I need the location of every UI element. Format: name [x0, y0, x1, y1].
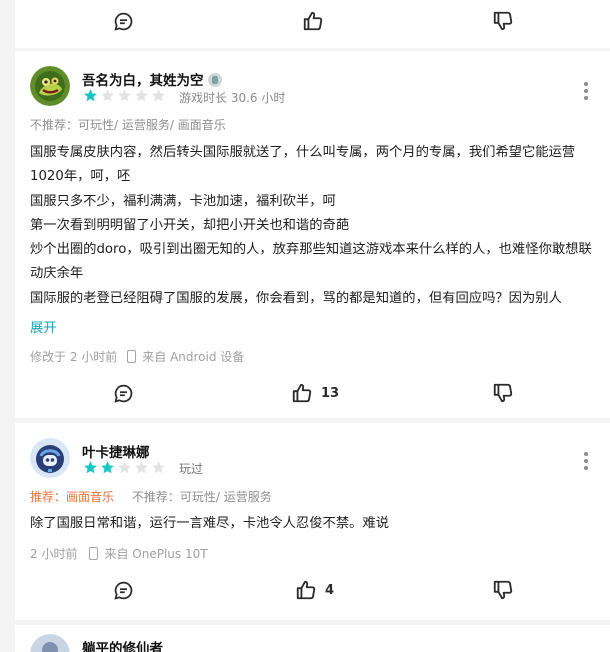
thumbs-down-icon [493, 580, 513, 600]
star-icon [84, 89, 97, 102]
review-card: 叶卡捷琳娜 玩过 推荐：画面音乐 不推荐：可玩性/ 运营服务 除了国服日常和谐，… [15, 423, 610, 620]
review-card: 吾名为白，其姓为空 游戏时长 30.6 小时 不推荐：可玩性/ 运营服务/ 画面… [15, 51, 610, 418]
review-card-previous [15, 0, 610, 48]
review-text: 除了国服日常和谐，运行一言难尽，卡池令人忍俊不禁。难说 [30, 516, 390, 531]
device-label: 来自 Android 设备 [142, 350, 245, 364]
dislike-button[interactable] [492, 1, 514, 41]
post-time: 2 小时前 [30, 547, 78, 561]
thumbs-down-icon [493, 11, 513, 31]
avatar[interactable] [30, 438, 70, 478]
comment-button[interactable] [113, 373, 134, 413]
star-icon [118, 89, 131, 102]
star-icon [101, 461, 114, 474]
review-footer: 2 小时前 来自 OnePlus 10T [30, 545, 208, 562]
thumbs-up-icon [292, 383, 312, 403]
like-button[interactable] [302, 1, 324, 41]
username[interactable]: 叶卡捷琳娜 [82, 441, 150, 461]
star-icon [152, 89, 165, 102]
not-recommend-tags: 不推荐：可玩性/ 运营服务 [131, 490, 272, 504]
like-count: 4 [325, 582, 335, 598]
comment-button[interactable] [113, 1, 134, 41]
comment-icon [114, 581, 133, 600]
star-icon [135, 461, 148, 474]
comment-button[interactable] [113, 570, 134, 610]
thumbs-up-icon [303, 11, 323, 31]
phone-icon [89, 547, 99, 560]
expand-link[interactable]: 展开 [30, 317, 57, 336]
review-actions: 13 [15, 373, 610, 413]
comment-icon [114, 12, 133, 31]
review-text: 国服专属皮肤内容，然后转头国际服就送了，什么叫专属，两个月的专属，我们希望它能运… [30, 145, 592, 306]
star-rating [83, 88, 166, 104]
star-icon [135, 89, 148, 102]
star-icon [84, 461, 97, 474]
star-rating [83, 460, 166, 476]
played-label: 玩过 [179, 462, 204, 476]
review-actions [15, 1, 610, 41]
avatar[interactable] [30, 66, 70, 106]
more-options-icon[interactable] [584, 82, 588, 100]
not-recommend-tags: 不推荐：可玩性/ 运营服务/ 画面音乐 [30, 118, 226, 132]
review-actions: 4 [15, 570, 610, 610]
star-icon [118, 461, 131, 474]
review-footer: 修改于 2 小时前 来自 Android 设备 [30, 348, 244, 365]
device-label: 来自 OnePlus 10T [104, 547, 208, 561]
tags: 推荐：画面音乐 不推荐：可玩性/ 运营服务 [30, 488, 272, 505]
star-icon [152, 461, 165, 474]
review-card: 躺平的修仙者 [15, 625, 610, 652]
username[interactable]: 躺平的修仙者 [82, 637, 163, 652]
dislike-button[interactable] [492, 570, 514, 610]
username[interactable]: 吾名为白，其姓为空 [82, 69, 222, 89]
avatar[interactable] [30, 634, 70, 652]
phone-icon [127, 350, 137, 363]
star-icon [101, 89, 114, 102]
like-button[interactable]: 13 [291, 373, 339, 413]
comment-icon [114, 384, 133, 403]
recommend-tags: 推荐：画面音乐 [30, 490, 115, 504]
badge-icon [207, 73, 222, 87]
dislike-button[interactable] [492, 373, 514, 413]
thumbs-down-icon [493, 383, 513, 403]
more-options-icon[interactable] [584, 452, 588, 470]
thumbs-up-icon [296, 580, 316, 600]
edited-time: 修改于 2 小时前 [30, 350, 118, 364]
playtime: 游戏时长 30.6 小时 [179, 91, 286, 105]
like-count: 13 [321, 385, 340, 401]
like-button[interactable]: 4 [295, 570, 334, 610]
